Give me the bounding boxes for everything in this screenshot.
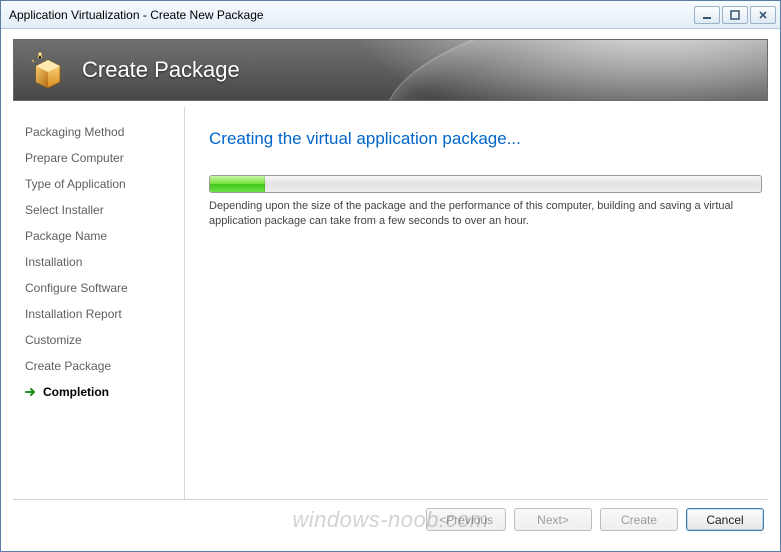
wizard-sidebar: Packaging Method Prepare Computer Type of …	[13, 107, 185, 499]
minimize-button[interactable]	[694, 6, 720, 24]
wizard-step-label: Customize	[25, 333, 82, 347]
maximize-button[interactable]	[722, 6, 748, 24]
content-heading: Creating the virtual application package…	[209, 129, 762, 149]
next-button[interactable]: Next>	[514, 508, 592, 531]
window: Application Virtualization - Create New …	[0, 0, 781, 552]
titlebar: Application Virtualization - Create New …	[1, 1, 780, 29]
wizard-body: Packaging Method Prepare Computer Type of …	[13, 107, 768, 499]
wizard-step-label: Type of Application	[25, 177, 126, 191]
wizard-step-label: Configure Software	[25, 281, 128, 295]
client-area: Create Package Packaging Method Prepare C…	[1, 29, 780, 551]
wizard-step-label: Package Name	[25, 229, 107, 243]
wizard-step: Create Package	[23, 353, 176, 379]
wizard-step: Installation Report	[23, 301, 176, 327]
close-button[interactable]	[750, 6, 776, 24]
create-button[interactable]: Create	[600, 508, 678, 531]
wizard-step-label: Packaging Method	[25, 125, 124, 139]
wizard-step-label: Installation Report	[25, 307, 122, 321]
wizard-step: Installation	[23, 249, 176, 275]
wizard-step-label: Completion	[43, 385, 109, 399]
wizard-step: Customize	[23, 327, 176, 353]
cancel-button[interactable]: Cancel	[686, 508, 764, 531]
header-title: Create Package	[82, 57, 240, 83]
wizard-step: Prepare Computer	[23, 145, 176, 171]
wizard-step: Package Name	[23, 223, 176, 249]
wizard-step-label: Prepare Computer	[25, 151, 124, 165]
previous-button[interactable]: <Previous	[426, 508, 506, 531]
package-icon	[28, 50, 68, 90]
wizard-step-label: Installation	[25, 255, 82, 269]
wizard-step-label: Select Installer	[25, 203, 104, 217]
wizard-step-label: Create Package	[25, 359, 111, 373]
wizard-step: Packaging Method	[23, 119, 176, 145]
window-title: Application Virtualization - Create New …	[9, 8, 264, 22]
wizard-step: Select Installer	[23, 197, 176, 223]
wizard-content: Creating the virtual application package…	[185, 107, 768, 499]
window-controls	[694, 6, 776, 24]
progress-bar-fill	[210, 176, 265, 192]
wizard-footer: <Previous Next> Create Cancel	[13, 499, 768, 539]
wizard-step: Completion	[23, 379, 176, 405]
header-banner: Create Package	[13, 39, 768, 101]
wizard-step: Configure Software	[23, 275, 176, 301]
wizard-step: Type of Application	[23, 171, 176, 197]
arrow-right-icon	[25, 386, 37, 398]
progress-bar	[209, 175, 762, 193]
progress-note: Depending upon the size of the package a…	[209, 199, 762, 230]
